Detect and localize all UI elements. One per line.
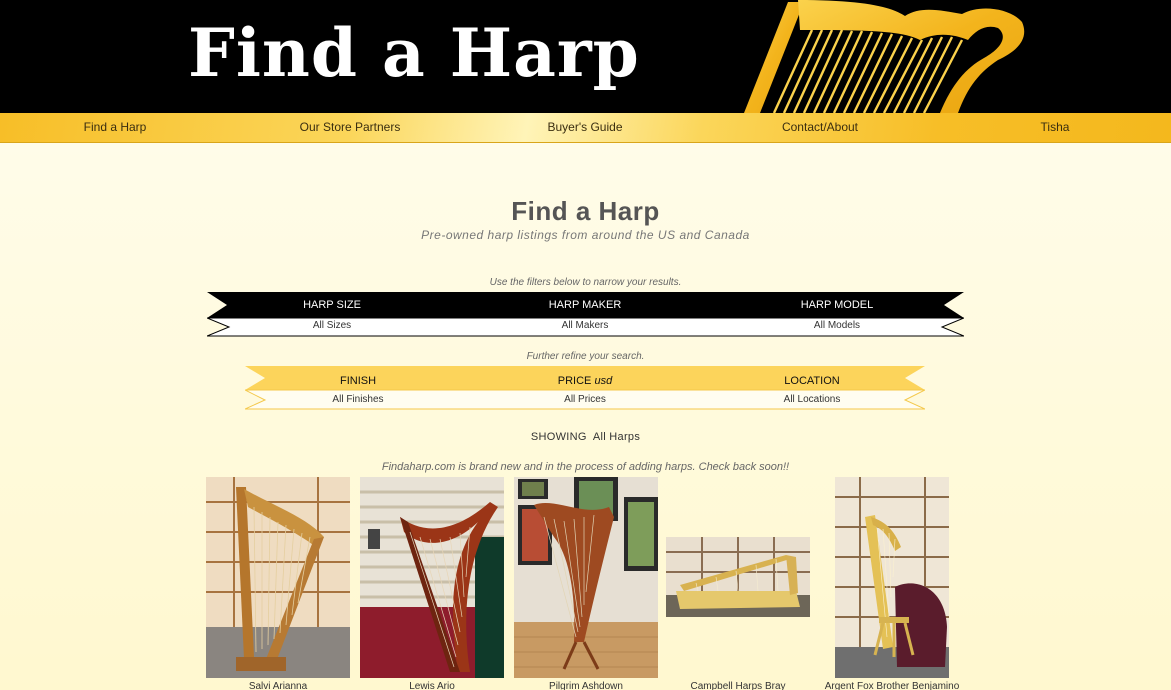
showing-label: SHOWING [530,431,587,443]
price-heading-text: PRICE [557,375,592,387]
listing-name[interactable]: Pilgrim Ashdown [549,681,623,690]
harp-size-select[interactable]: All Sizes [313,320,351,331]
finish-select[interactable]: All Finishes [332,394,383,405]
listing-card[interactable]: Campbell Harps Bray [666,477,810,690]
page-title: Find a Harp [511,196,660,226]
harp-logo-icon [744,0,1025,113]
nav-item-tisha[interactable]: Tisha [1041,113,1070,143]
nav-item-store-partners[interactable]: Our Store Partners [300,113,401,143]
listing-card[interactable]: Salvi Arianna [206,477,350,690]
harp-maker-select[interactable]: All Makers [562,320,609,331]
listing-name[interactable]: Salvi Arianna [249,681,307,690]
filter-heading-finish: FINISH [340,375,376,387]
listing-photo[interactable] [666,537,810,617]
price-currency-label: usd [594,375,613,387]
location-heading-text: LOCATION [784,375,840,387]
finish-heading-text: FINISH [339,375,377,387]
listing-photo[interactable] [360,477,504,678]
nav-item-contact-about[interactable]: Contact/About [782,113,858,143]
listing-name[interactable]: Lewis Ario [409,681,455,690]
listing-photo[interactable] [206,477,350,678]
listing-name[interactable]: Campbell Harps Bray [690,681,785,690]
harp-model-select[interactable]: All Models [814,320,860,331]
listing-photo[interactable] [514,477,658,678]
filter-heading-price: PRICE usd [558,375,612,387]
showing-status: SHOWING All Harps [0,431,1171,443]
page-subtitle: Pre-owned harp listings from around the … [421,228,750,242]
listing-card[interactable]: Pilgrim Ashdown [514,477,658,690]
listing-card[interactable]: Argent Fox Brother Benjamino [818,477,966,690]
filters-hint: Use the filters below to narrow your res… [489,277,682,288]
nav-item-find-a-harp[interactable]: Find a Harp [84,113,147,143]
location-select[interactable]: All Locations [784,394,841,405]
listing-card[interactable]: Lewis Ario [360,477,504,690]
filter-heading-harp-model: HARP MODEL [800,299,874,311]
showing-value: All Harps [592,431,641,443]
filter-heading-harp-maker: HARP MAKER [548,299,622,311]
site-logo-title[interactable]: Find a Harp [188,14,640,92]
site-header: Find a Harp [0,0,1171,113]
filter-heading-location: LOCATION [784,375,839,387]
price-select[interactable]: All Prices [564,394,606,405]
site-notice: Findaharp.com is brand new and in the pr… [381,461,790,473]
secondary-filter-ribbon: FINISH PRICE usd LOCATION All Finishes A… [245,366,925,410]
nav-item-buyers-guide[interactable]: Buyer's Guide [548,113,623,143]
filter-heading-harp-size: HARP SIZE [303,299,361,311]
primary-filter-ribbon: HARP SIZE HARP MAKER HARP MODEL All Size… [207,292,964,337]
listing-name[interactable]: Argent Fox Brother Benjamino [825,681,960,690]
main-nav: Find a Harp Our Store Partners Buyer's G… [0,113,1171,143]
refine-hint: Further refine your search. [526,351,645,362]
listing-photo[interactable] [835,477,949,678]
